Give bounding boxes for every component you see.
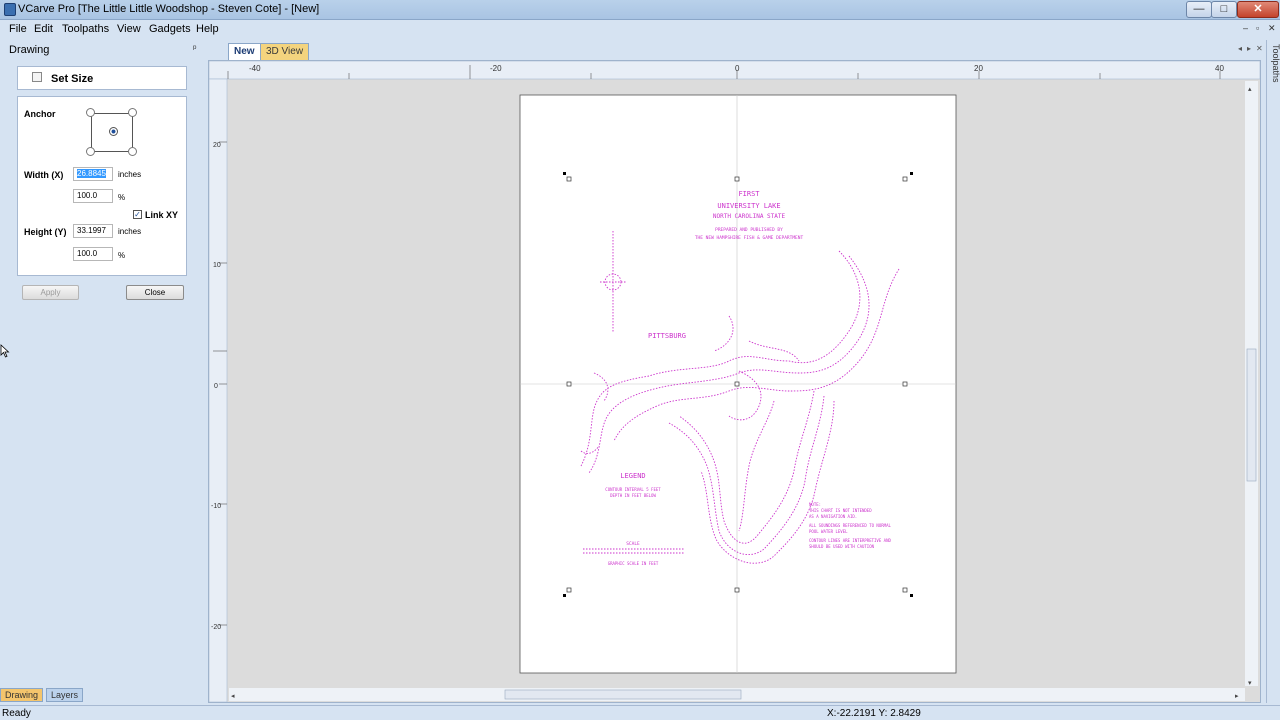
tab-close-icon[interactable]: ✕: [1256, 44, 1263, 53]
map-note-line: NOTE:: [809, 502, 821, 507]
link-xy-checkbox[interactable]: ✓: [133, 210, 142, 219]
height-percent-unit: %: [118, 251, 126, 260]
scroll-left-icon[interactable]: ◂: [231, 693, 235, 700]
menu-view[interactable]: View: [117, 23, 141, 35]
left-ruler: [209, 78, 228, 702]
canvas-svg: -40 -20 0 20 40 20 10 0 -10 -20 FIRST UN…: [209, 61, 1260, 702]
width-percent-input[interactable]: 100.0: [73, 189, 113, 203]
set-size-icon: [32, 72, 42, 82]
map-title-line: UNIVERSITY LAKE: [717, 202, 780, 210]
width-input[interactable]: 26.8845: [73, 167, 113, 181]
map-sub-line: THE NEW HAMPSHIRE FISH & GAME DEPARTMENT: [695, 235, 804, 241]
left-ruler-tick: -20: [211, 624, 221, 631]
mdi-restore-button[interactable]: ▫: [1256, 23, 1259, 33]
pin-icon[interactable]: ᵖ: [193, 43, 196, 53]
vertical-scroll-thumb[interactable]: [1246, 348, 1257, 482]
left-ruler-tick: 10: [213, 262, 221, 269]
maximize-button[interactable]: □: [1211, 1, 1237, 18]
scroll-up-icon[interactable]: ▴: [1248, 86, 1252, 93]
set-size-title: Set Size: [51, 73, 94, 85]
tab-scroll-right-icon[interactable]: ▸: [1247, 44, 1251, 53]
map-title-line: FIRST: [738, 190, 760, 198]
menu-edit[interactable]: Edit: [34, 23, 53, 35]
document-tabs: New 3D View ◂ ▸ ✕: [207, 40, 1267, 60]
mdi-close-button[interactable]: ✕: [1268, 23, 1276, 34]
map-note-line: AS A NAVIGATION AID.: [809, 514, 857, 519]
map-note-line: ALL SOUNDINGS REFERENCED TO NORMAL: [809, 523, 891, 528]
set-size-form: Anchor Width (X) 26.8845 inches 100.0 % …: [17, 96, 187, 276]
menu-file[interactable]: File: [9, 23, 27, 35]
map-legend-title: LEGEND: [620, 472, 645, 480]
anchor-top-left[interactable]: [86, 108, 95, 117]
close-window-button[interactable]: ✕: [1237, 1, 1279, 18]
toolpaths-sidebar[interactable]: Toolpaths: [1266, 40, 1280, 703]
cursor-coordinates: X:-22.2191 Y: 2.8429: [827, 708, 921, 719]
top-ruler-tick: -40: [249, 64, 261, 73]
width-unit: inches: [118, 170, 142, 179]
width-value: 26.8845: [77, 169, 106, 178]
top-ruler-tick: 40: [1215, 64, 1224, 73]
panel-bottom-tabs: Drawing Layers: [0, 688, 205, 702]
minimize-button[interactable]: —: [1186, 1, 1212, 18]
scroll-right-icon[interactable]: ▸: [1235, 693, 1239, 700]
menu-gadgets[interactable]: Gadgets: [149, 23, 191, 35]
height-input[interactable]: 33.1997: [73, 224, 113, 238]
link-xy-label: Link XY: [145, 210, 179, 220]
top-ruler-tick: -20: [490, 64, 502, 73]
status-text: Ready: [2, 708, 31, 719]
horizontal-scroll-thumb[interactable]: [504, 689, 742, 700]
close-button[interactable]: Close: [126, 285, 184, 300]
height-percent-input[interactable]: 100.0: [73, 247, 113, 261]
tab-3d-view[interactable]: 3D View: [260, 43, 310, 60]
left-ruler-tick: -10: [211, 503, 221, 510]
map-title-line: NORTH CAROLINA STATE: [713, 213, 786, 220]
map-place-label: PITTSBURG: [648, 332, 686, 340]
panel-title: Drawing: [9, 44, 50, 56]
scroll-down-icon[interactable]: ▾: [1248, 680, 1252, 687]
map-note-line: SHOULD BE USED WITH CAUTION: [809, 544, 875, 549]
mouse-cursor-icon: [0, 344, 10, 358]
map-scale-title: SCALE: [626, 541, 640, 547]
anchor-bottom-left[interactable]: [86, 147, 95, 156]
set-size-header: Set Size: [17, 66, 187, 90]
height-unit: inches: [118, 227, 142, 236]
map-note-line: POOL WATER LEVEL: [809, 529, 848, 534]
drawing-canvas[interactable]: -40 -20 0 20 40 20 10 0 -10 -20 FIRST UN…: [208, 60, 1261, 703]
drawing-panel: Drawing ᵖ Set Size Anchor Width (X) 26.8…: [0, 40, 205, 688]
map-legend-line: CONTOUR INTERVAL 5 FEET: [605, 487, 661, 492]
tab-new[interactable]: New: [228, 43, 261, 60]
left-ruler-tick: 0: [214, 383, 218, 390]
top-ruler-tick: 20: [974, 64, 983, 73]
tab-layers[interactable]: Layers: [46, 688, 84, 702]
top-ruler-tick: 0: [735, 64, 740, 73]
width-percent-unit: %: [118, 193, 126, 202]
anchor-bottom-right[interactable]: [128, 147, 137, 156]
anchor-top-right[interactable]: [128, 108, 137, 117]
title-bar: VCarve Pro [The Little Little Woodshop -…: [0, 0, 1280, 20]
height-label: Height (Y): [24, 227, 67, 237]
anchor-center[interactable]: [109, 127, 118, 136]
app-icon: [4, 3, 16, 16]
menu-toolpaths[interactable]: Toolpaths: [62, 23, 109, 35]
menu-bar: File Edit Toolpaths View Gadgets Help – …: [0, 20, 1280, 39]
toolpaths-sidebar-label: Toolpaths: [1271, 44, 1280, 83]
map-scale-note: GRAPHIC SCALE IN FEET: [608, 561, 659, 566]
mdi-minimize-button[interactable]: –: [1243, 23, 1248, 33]
anchor-label: Anchor: [24, 109, 56, 119]
width-label: Width (X): [24, 170, 64, 180]
left-ruler-tick: 20: [213, 142, 221, 149]
apply-button[interactable]: Apply: [22, 285, 79, 300]
window-title: VCarve Pro [The Little Little Woodshop -…: [18, 3, 320, 15]
map-note-line: THIS CHART IS NOT INTENDED: [809, 508, 872, 513]
map-note-line: CONTOUR LINES ARE INTERPRETIVE AND: [809, 538, 891, 543]
tab-scroll-left-icon[interactable]: ◂: [1238, 44, 1242, 53]
menu-help[interactable]: Help: [196, 23, 219, 35]
status-bar: Ready X:-22.2191 Y: 2.8429: [0, 705, 1280, 720]
tab-drawing[interactable]: Drawing: [0, 688, 44, 702]
map-legend-line: DEPTH IN FEET BELOW: [610, 493, 656, 498]
map-sub-line: PREPARED AND PUBLISHED BY: [715, 227, 783, 233]
